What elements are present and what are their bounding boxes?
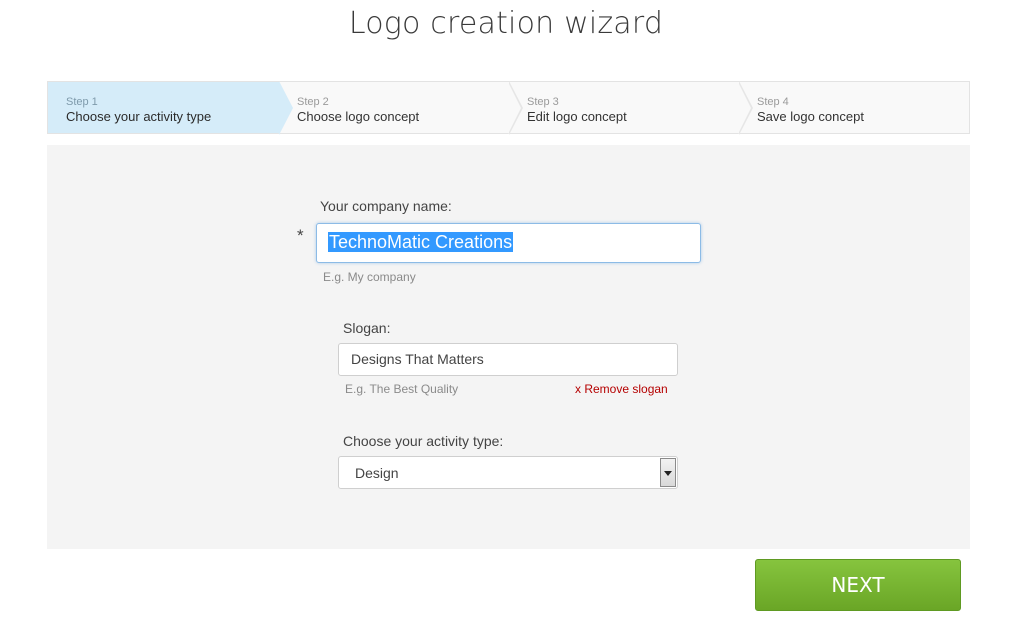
step-number: Step 4: [757, 96, 789, 108]
next-button[interactable]: NEXT: [755, 559, 961, 611]
step-number: Step 2: [297, 96, 329, 108]
step-arrow-icon: [738, 81, 753, 135]
step-label: Edit logo concept: [527, 109, 627, 124]
company-name-hint: E.g. My company: [323, 270, 416, 284]
slogan-input[interactable]: Designs That Matters: [338, 343, 678, 376]
step-4[interactable]: Step 4 Save logo concept: [739, 82, 969, 133]
step-3[interactable]: Step 3 Edit logo concept: [509, 81, 753, 135]
required-marker: *: [297, 226, 304, 245]
activity-type-select[interactable]: Design: [338, 456, 678, 489]
company-name-label: Your company name:: [320, 198, 452, 214]
step-2[interactable]: Step 2 Choose logo concept: [279, 81, 523, 135]
step-1[interactable]: Step 1 Choose your activity type: [48, 81, 293, 135]
step-number: Step 3: [527, 96, 559, 108]
company-name-input[interactable]: TechnoMatic Creations: [316, 223, 701, 263]
step-label: Choose your activity type: [66, 109, 212, 124]
slogan-value: Designs That Matters: [351, 351, 484, 367]
step-arrow-icon: [278, 81, 293, 135]
page-title: Logo creation wizard: [348, 6, 664, 41]
chevron-down-icon[interactable]: [660, 458, 676, 487]
step-label: Save logo concept: [757, 109, 864, 124]
company-name-value: TechnoMatic Creations: [328, 232, 514, 252]
remove-slogan-link[interactable]: x Remove slogan: [575, 382, 668, 396]
activity-type-value: Design: [355, 465, 399, 481]
slogan-hint: E.g. The Best Quality: [345, 382, 459, 396]
step-number: Step 1: [66, 96, 98, 108]
wizard-steps: Step 1 Choose your activity type Step 2 …: [47, 81, 970, 135]
step-label: Choose logo concept: [297, 109, 420, 124]
step-arrow-icon: [508, 81, 523, 135]
activity-type-label: Choose your activity type:: [343, 433, 504, 449]
slogan-label: Slogan:: [343, 320, 391, 336]
